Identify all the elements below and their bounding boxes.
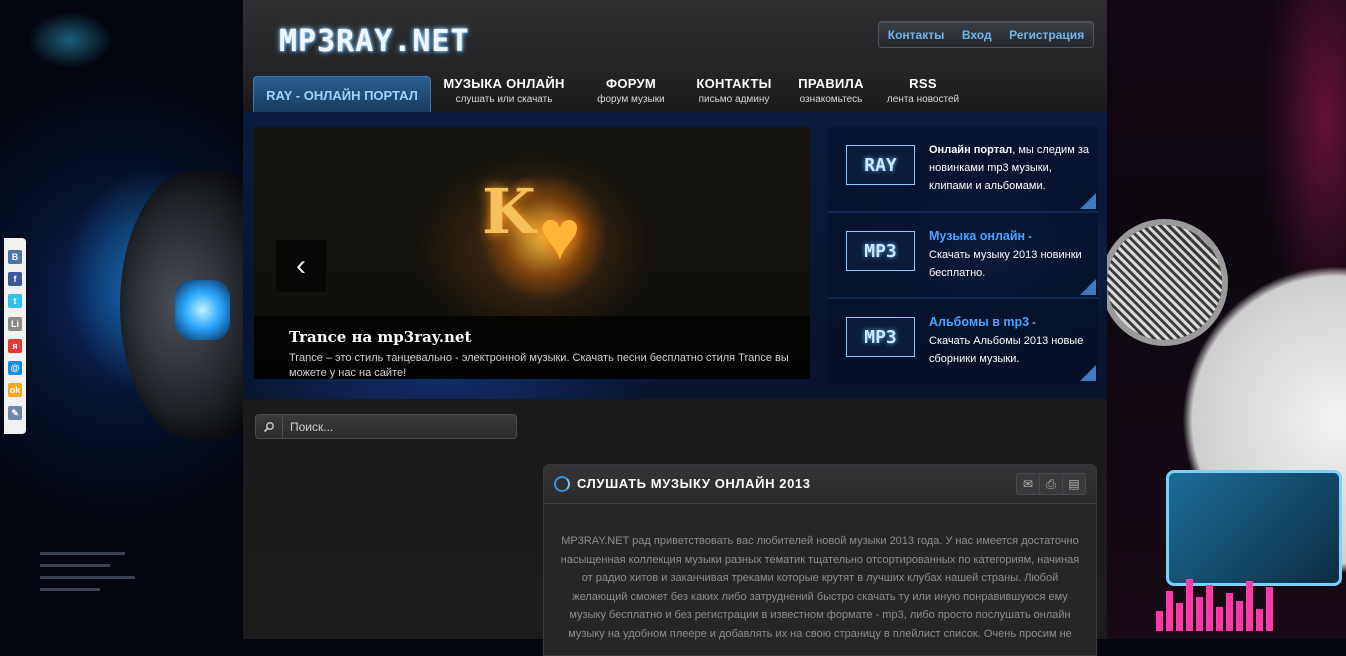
nav-item-portal[interactable]: RAY - ОНЛАЙН ПОРТАЛ xyxy=(253,76,431,114)
nav-item-title: RSS xyxy=(909,76,937,91)
top-links-bar: Контакты Вход Регистрация xyxy=(878,21,1094,48)
document-icon[interactable]: ▤ xyxy=(1063,474,1085,494)
nav-item-rss[interactable]: RSS лента новостей xyxy=(878,76,968,105)
feature-text: Музыка онлайн - Скачать музыку 2013 нови… xyxy=(929,227,1089,282)
nav-item-title: ПРАВИЛА xyxy=(798,76,864,91)
feature-text: Альбомы в mp3 - Скачать Альбомы 2013 нов… xyxy=(929,313,1089,368)
mail-icon[interactable]: ✉ xyxy=(1017,474,1040,494)
contacts-link[interactable]: Контакты xyxy=(888,28,945,42)
twitter-icon[interactable]: t xyxy=(8,294,22,308)
liveinternet-icon[interactable]: Li xyxy=(8,317,22,331)
panel-header: СЛУШАТЬ МУЗЫКУ ОНЛАЙН 2013 ✉ ⎙ ▤ xyxy=(544,465,1096,504)
slide-title[interactable]: Trance на mp3ray.net xyxy=(289,328,471,346)
feature-title-suffix: - xyxy=(1025,231,1032,243)
feature-music-online[interactable]: MP3 Музыка онлайн - Скачать музыку 2013 … xyxy=(828,213,1098,299)
mp3-badge-icon: MP3 xyxy=(846,231,915,271)
print-icon[interactable]: ⎙ xyxy=(1040,474,1063,494)
loading-spinner-icon xyxy=(554,476,570,492)
nav-item-title: МУЗЫКА ОНЛАЙН xyxy=(443,76,565,91)
main-nav: RAY - ОНЛАЙН ПОРТАЛ МУЗЫКА ОНЛАЙН слушат… xyxy=(253,74,1103,114)
background-art-right xyxy=(1106,0,1346,639)
odnoklassniki-icon[interactable]: ok xyxy=(8,383,22,397)
mp3-badge-icon: MP3 xyxy=(846,317,915,357)
register-link[interactable]: Регистрация xyxy=(1009,28,1084,42)
nav-item-music-online[interactable]: МУЗЫКА ОНЛАЙН слушать или скачать xyxy=(443,76,565,105)
login-link[interactable]: Вход xyxy=(962,28,992,42)
mailru-icon[interactable]: @ xyxy=(8,361,22,375)
content-panel: СЛУШАТЬ МУЗЫКУ ОНЛАЙН 2013 ✉ ⎙ ▤ MP3RAY.… xyxy=(543,464,1097,656)
panel-body-text: MP3RAY.NET рад приветствовать вас любите… xyxy=(560,535,1080,640)
slide-caption: Trance на mp3ray.net Trance – это стиль … xyxy=(254,316,810,379)
panel-title[interactable]: СЛУШАТЬ МУЗЫКУ ОНЛАЙН 2013 xyxy=(577,476,811,491)
search-input[interactable] xyxy=(283,415,516,438)
corner-arrow-icon xyxy=(1080,193,1096,209)
chevron-left-icon: ‹ xyxy=(296,249,306,282)
ray-badge-icon: RAY xyxy=(846,145,915,185)
yandex-icon[interactable]: я xyxy=(8,339,22,353)
microphone-graphic xyxy=(1107,225,1222,340)
bookmark-icon[interactable]: ✎ xyxy=(8,406,22,420)
feature-description: Скачать музыку 2013 новинки бесплатно. xyxy=(929,249,1082,279)
decorative-bars xyxy=(40,552,135,600)
feature-title-suffix: - xyxy=(1029,317,1036,329)
search-box xyxy=(255,414,517,439)
heart-icon: ♥ xyxy=(539,196,581,274)
corner-arrow-icon xyxy=(1080,365,1096,381)
slide-description: Trance – это стиль танцевально - электро… xyxy=(289,352,789,379)
nav-item-title: ФОРУМ xyxy=(605,76,657,91)
nav-item-rules[interactable]: ПРАВИЛА ознакомьтесь xyxy=(786,76,876,105)
nav-item-subtitle: ознакомьтесь xyxy=(799,94,863,105)
slider-prev-button[interactable]: ‹ xyxy=(276,240,326,292)
nav-item-contacts[interactable]: КОНТАКТЫ письмо админу xyxy=(689,76,779,105)
visor-glow xyxy=(175,280,230,340)
background-art-left xyxy=(0,0,270,639)
feature-portal[interactable]: RAY Онлайн портал, мы следим за новинкам… xyxy=(828,127,1098,213)
feature-description: Скачать Альбомы 2013 новые сборники музы… xyxy=(929,335,1084,365)
nav-item-forum[interactable]: ФОРУМ форум музыки xyxy=(583,76,679,105)
boombox-graphic xyxy=(1166,470,1342,586)
feature-title-suffix: , мы следим xyxy=(1012,144,1075,156)
corner-arrow-icon xyxy=(1080,279,1096,295)
header: MP3RAY.NET Контакты Вход Регистрация RAY… xyxy=(243,0,1107,114)
search-icon[interactable] xyxy=(256,415,283,438)
feature-text: Онлайн портал, мы следим за новинками mp… xyxy=(929,141,1089,195)
feature-list: RAY Онлайн портал, мы следим за новинкам… xyxy=(828,127,1098,385)
panel-tools: ✉ ⎙ ▤ xyxy=(1016,473,1086,495)
slide-art-letter: K xyxy=(482,175,536,248)
social-share-bar: В f t Li я @ ok ✎ xyxy=(4,238,26,434)
feature-albums[interactable]: MP3 Альбомы в mp3 - Скачать Альбомы 2013… xyxy=(828,299,1098,383)
vkontakte-icon[interactable]: В xyxy=(8,250,22,264)
site-logo[interactable]: MP3RAY.NET xyxy=(279,24,470,59)
nav-item-title: КОНТАКТЫ xyxy=(696,76,772,91)
feature-title: Онлайн портал xyxy=(929,144,1013,156)
featured-slider[interactable]: K ♥ ‹ Trance на mp3ray.net Trance – это … xyxy=(254,127,810,379)
main-column: MP3RAY.NET Контакты Вход Регистрация RAY… xyxy=(243,0,1107,656)
nav-item-subtitle: форум музыки xyxy=(597,94,665,105)
equalizer-graphic xyxy=(1156,579,1276,639)
facebook-icon[interactable]: f xyxy=(8,272,22,286)
nav-item-subtitle: письмо админу xyxy=(698,94,770,105)
nav-item-subtitle: слушать или скачать xyxy=(455,94,553,105)
nav-item-subtitle: лента новостей xyxy=(886,94,960,105)
feature-title[interactable]: Альбомы в mp3 xyxy=(929,315,1029,329)
feature-title[interactable]: Музыка онлайн xyxy=(929,229,1025,243)
